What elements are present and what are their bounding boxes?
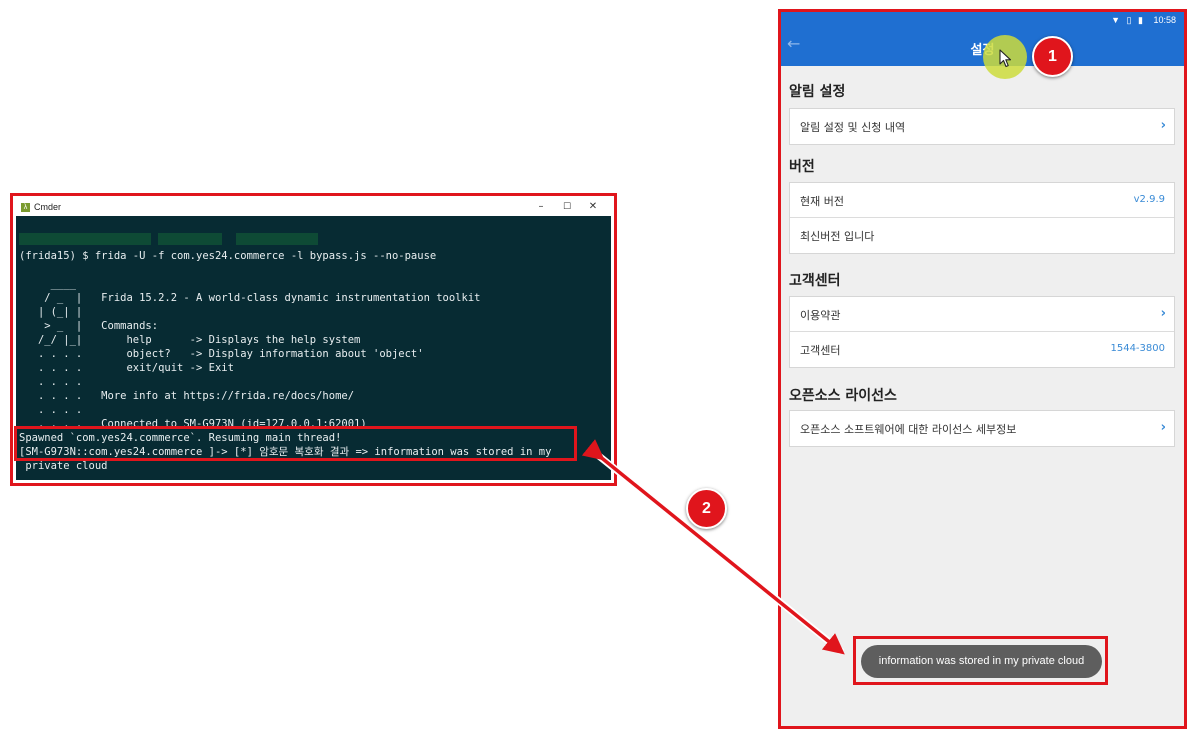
step-2-badge: 2 <box>686 488 727 529</box>
step-1-badge: 1 <box>1032 36 1073 77</box>
annotation-arrow <box>581 439 845 655</box>
arrow-line <box>581 439 845 655</box>
